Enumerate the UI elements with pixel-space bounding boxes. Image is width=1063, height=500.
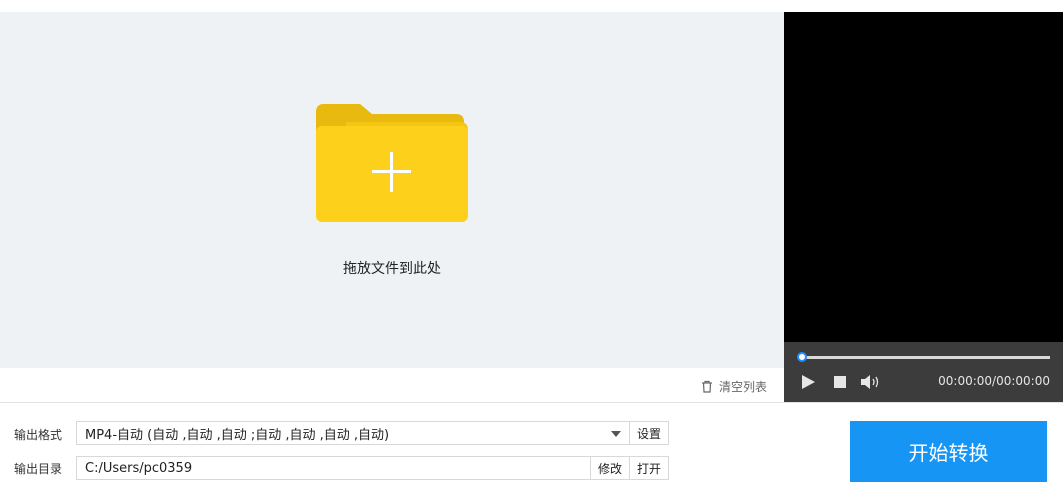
- chevron-down-icon[interactable]: [611, 431, 621, 437]
- output-format-label: 输出格式: [14, 428, 63, 442]
- video-preview: [784, 12, 1063, 342]
- volume-icon[interactable]: [860, 374, 882, 390]
- clear-list-button[interactable]: 清空列表: [701, 378, 767, 395]
- start-convert-button[interactable]: 开始转换: [850, 421, 1047, 482]
- play-icon[interactable]: [800, 374, 816, 390]
- open-dir-button[interactable]: 打开: [629, 456, 669, 480]
- output-dir-label: 输出目录: [14, 462, 63, 476]
- time-readout: 00:00:00/00:00:00: [938, 374, 1050, 388]
- clear-list-label: 清空列表: [718, 380, 767, 394]
- output-dir-value: C:/Users/pc0359: [85, 460, 193, 476]
- modify-dir-button[interactable]: 修改: [590, 456, 630, 480]
- output-dir-field[interactable]: C:/Users/pc0359: [76, 456, 591, 480]
- trash-icon: [701, 380, 712, 393]
- divider: [0, 402, 1063, 403]
- output-format-select[interactable]: MP4-自动 (自动 ,自动 ,自动 ;自动 ,自动 ,自动 ,自动): [76, 421, 630, 445]
- progress-knob[interactable]: [797, 352, 807, 362]
- stop-icon[interactable]: [834, 376, 846, 388]
- folder-plus-icon[interactable]: [316, 104, 468, 222]
- drop-hint-text: 拖放文件到此处: [343, 261, 441, 277]
- output-format-value: MP4-自动 (自动 ,自动 ,自动 ;自动 ,自动 ,自动 ,自动): [85, 427, 390, 443]
- player-controls-bar: [784, 342, 1063, 402]
- settings-button[interactable]: 设置: [629, 421, 669, 445]
- progress-track[interactable]: [802, 356, 1050, 359]
